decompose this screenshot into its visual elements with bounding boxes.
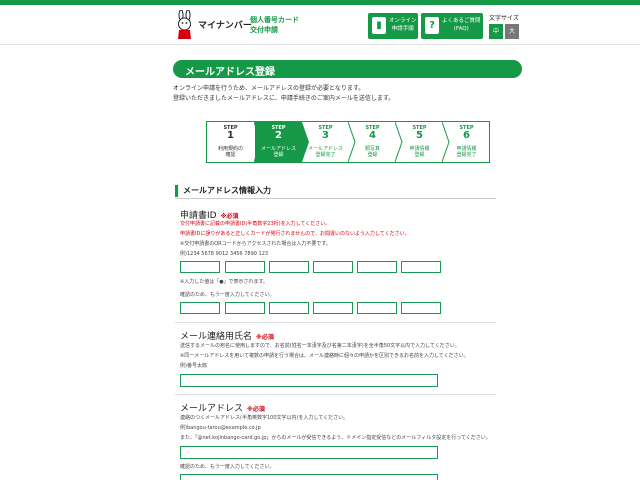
step-5: STEP 5 申請情報 登録 [396,122,443,162]
step-label: メールアドレス 登録 [260,146,296,158]
step-number: 3 [322,130,329,141]
step-number: 5 [416,130,423,141]
step-label: 利用規約の 確認 [217,146,243,158]
application-id-instruction: 交付申請書に記載の申請書ID(半角数字23桁)を入力してください。 [180,221,331,227]
contact-name-note: 送信するメールの宛名に使用しますので、お名前(姓名一本漢字及び名第二本漢字)を全… [180,343,460,349]
intro-text: オンライン申請を行うため、メールアドレスの登録が必要となります。 登録いただきま… [173,84,394,104]
step-number: 4 [369,130,376,141]
application-id-qr-note: ※交付申請書のQRコードからアクセスされた場合は入力不要です。 [180,241,331,247]
font-size-large-button[interactable]: 大 [505,24,519,39]
online-guide-line1: オンライン [389,18,417,24]
email-title: メールアドレス ※必須 [180,401,265,414]
step-number: 6 [463,130,470,141]
application-id-confirm-input-5[interactable] [357,302,397,314]
page-title-bar: メールアドレス登録 [173,60,522,78]
application-id-input-1[interactable] [180,261,220,273]
question-icon: ? [425,17,439,34]
logo-subtitle: 個人番号カード 交付申請 [250,15,299,35]
faq-line2: (FAQ) [453,26,469,32]
application-id-input-5[interactable] [357,261,397,273]
email-example: 例)bangou-tarou@example.co.jp [180,425,261,431]
step-label: メールアドレス 登録完了 [307,146,343,158]
email-label: メールアドレス [180,404,244,414]
email-note: 連絡のつくメールアドレス(半角英数字100文字以内)を入力してください。 [180,415,349,421]
application-id-confirm-input-2[interactable] [225,302,265,314]
faq-label: よくあるご質問 (FAQ) [442,17,481,33]
step-label: 申請情報 登録完了 [456,146,477,158]
book-icon: ▮ [372,17,386,34]
online-guide-label: オンライン 申請手順 [389,17,417,33]
section-divider [175,198,496,199]
step-2: STEP 2 メールアドレス 登録 [255,122,302,162]
intro-line2: 登録いただきましたメールアドレスに、申請手続きのご案内メールを送信します。 [173,95,395,102]
contact-name-multi-note: ※同一メールアドレスを用いて複数の申請を行う場合は、メール連絡時に個々の申請かを… [180,353,469,359]
contact-name-example: 例)番号太郎 [180,363,207,369]
application-id-input-3[interactable] [269,261,309,273]
logo-sub-line1: 個人番号カード [250,16,299,24]
step-6: STEP 6 申請情報 登録完了 [443,122,490,162]
email-input[interactable] [180,446,438,459]
logo-name: マイナンバー [198,21,252,31]
application-id-confirm-note: 確認のため、もう一度入力してください。 [180,292,275,298]
step-number: 2 [275,130,282,141]
application-id-input-2[interactable] [225,261,265,273]
step-3: STEP 3 メールアドレス 登録完了 [302,122,349,162]
intro-line1: オンライン申請を行うため、メールアドレスの登録が必要となります。 [173,85,365,92]
application-id-confirm-input-3[interactable] [269,302,309,314]
step-label: 申請情報 登録 [409,146,430,158]
application-id-confirm-input-1[interactable] [180,302,220,314]
required-mark: ※必須 [247,406,265,413]
application-id-warning: 申請書IDに誤りがあると正しくカードが発行されませんので、お間違いのないよう入力… [180,231,410,237]
page-title: メールアドレス登録 [185,67,275,78]
step-label: 顔写真 登録 [364,146,380,158]
faq-line1: よくあるご質問 [442,18,481,24]
rabbit-mascot-icon [178,10,191,39]
required-mark: ※必須 [256,334,274,341]
email-confirm-input[interactable] [180,474,438,480]
font-size-normal-button[interactable]: 中 [489,24,503,39]
application-id-input-4[interactable] [313,261,353,273]
online-application-guide-button[interactable]: ▮ オンライン 申請手順 [368,13,418,39]
section-title: メールアドレス情報入力 [175,185,271,197]
field-divider [175,322,496,323]
required-mark: ※必須 [220,213,239,220]
email-confirm-note: 確認のため、もう一度入力してください。 [180,464,275,470]
step-4: STEP 4 顔写真 登録 [349,122,396,162]
masked-input-note: ※入力した値は「●」で表示されます。 [180,279,269,285]
site-logo[interactable]: マイナンバー 個人番号カード 交付申請 [170,9,300,41]
application-id-confirm-input-6[interactable] [401,302,441,314]
logo-sub-line2: 交付申請 [250,26,278,34]
contact-name-input[interactable] [180,374,438,387]
step-number: 1 [227,130,234,141]
application-id-example: 例)1234 5678 9012 3456 7890 123 [180,251,269,257]
step-1: STEP 1 利用規約の 確認 [207,122,254,162]
site-header: マイナンバー 個人番号カード 交付申請 ▮ オンライン 申請手順 ? よくあるご… [0,5,640,45]
faq-button[interactable]: ? よくあるご質問 (FAQ) [421,13,483,39]
application-id-confirm-input-4[interactable] [313,302,353,314]
email-domain-note: また、「@net.kojinbango-card.go.jp」からのメールが受信… [180,435,491,441]
application-id-input-6[interactable] [401,261,441,273]
step-progress: STEP 1 利用規約の 確認 STEP 2 メールアドレス 登録 STEP 3 メ… [206,121,490,163]
contact-name-title: メール連絡用氏名 ※必須 [180,329,274,342]
contact-name-label: メール連絡用氏名 [180,332,253,342]
online-guide-line2: 申請手順 [391,26,414,32]
font-size-label: 文字サイズ [489,15,519,22]
field-divider [175,394,496,395]
